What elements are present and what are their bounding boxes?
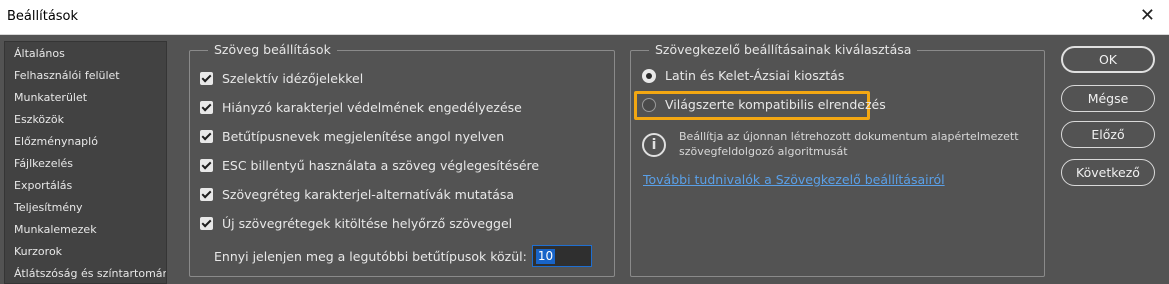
radio-label: Világszerte kompatibilis elrendezés <box>665 97 886 112</box>
title-bar: Beállítások ✕ <box>0 0 1169 35</box>
checkbox-label: Hiányzó karakterjel védelmének engedélye… <box>222 99 522 115</box>
sidebar-item-altalanos[interactable]: Általános <box>14 47 65 60</box>
checkbox-glyph-alternates[interactable]: Szövegréteg karakterjel-alternatívák mut… <box>200 185 514 203</box>
recent-fonts-value[interactable]: 10 <box>535 249 556 264</box>
previous-button[interactable]: Előző <box>1061 121 1155 148</box>
sidebar-item-teljesitmeny[interactable]: Teljesítmény <box>14 201 83 214</box>
checkbox-esc-commit[interactable]: ESC billentyű használata a szöveg végleg… <box>200 156 539 174</box>
checkbox-checked-icon[interactable] <box>200 216 213 230</box>
learn-more-link[interactable]: További tudnivalók a Szövegkezelő beállí… <box>643 172 945 187</box>
sidebar-item-atlatszosag[interactable]: Átlátszóság és színtartomány <box>14 267 166 280</box>
info-icon: i <box>642 133 666 157</box>
checkbox-checked-icon[interactable] <box>200 187 213 201</box>
checkbox-checked-icon[interactable] <box>200 100 213 114</box>
window-title: Beállítások <box>7 9 79 24</box>
radio-selected-icon[interactable] <box>642 68 656 83</box>
sidebar-item-kurzorok[interactable]: Kurzorok <box>14 245 62 258</box>
ok-button[interactable]: OK <box>1061 46 1155 73</box>
checkbox-label: Szelektív idézőjelekkel <box>222 70 364 86</box>
radio-label: Latin és Kelet-Ázsiai kiosztás <box>665 68 845 83</box>
sidebar-item-exportalas[interactable]: Exportálás <box>14 179 72 192</box>
category-list[interactable]: Általános Felhasználói felület Munkaterü… <box>4 41 167 284</box>
radio-world-ready[interactable]: Világszerte kompatibilis elrendezés <box>642 97 886 112</box>
checkbox-missing-glyph[interactable]: Hiányzó karakterjel védelmének engedélye… <box>200 98 522 116</box>
checkbox-checked-icon[interactable] <box>200 158 213 172</box>
sidebar-item-munkaterulet[interactable]: Munkaterület <box>14 91 87 104</box>
checkbox-font-names-english[interactable]: Betűtípusnevek megjelenítése angol nyelv… <box>200 127 504 145</box>
radio-latin-east-asian[interactable]: Latin és Kelet-Ázsiai kiosztás <box>642 68 844 83</box>
text-engine-group: Szövegkezelő beállításainak kiválasztása <box>630 42 1045 277</box>
recent-fonts-input[interactable]: 10 <box>531 245 592 267</box>
sidebar-item-fajlkezeles[interactable]: Fájlkezelés <box>14 157 73 170</box>
recent-fonts-row: Ennyi jelenjen meg a legutóbbi betűtípus… <box>214 245 592 267</box>
close-icon[interactable]: ✕ <box>1140 5 1155 26</box>
sidebar-item-elozmenynaplo[interactable]: Előzménynapló <box>14 135 98 148</box>
next-button[interactable]: Következő <box>1061 159 1155 186</box>
text-settings-group: Szöveg beállítások Szelektív idézőjelekk… <box>189 42 615 277</box>
sidebar-item-felhasznaloi-felulet[interactable]: Felhasználói felület <box>14 69 120 82</box>
checkbox-checked-icon[interactable] <box>200 129 213 143</box>
checkbox-label: ESC billentyű használata a szöveg végleg… <box>222 157 540 173</box>
checkbox-placeholder-text[interactable]: Új szövegrétegek kitöltése helyőrző szöv… <box>200 214 512 232</box>
text-engine-legend: Szövegkezelő beállításainak kiválasztása <box>649 42 918 57</box>
checkbox-label: Betűtípusnevek megjelenítése angol nyelv… <box>222 128 505 144</box>
checkbox-label: Szövegréteg karakterjel-alternatívák mut… <box>222 186 515 202</box>
checkbox-smart-quotes[interactable]: Szelektív idézőjelekkel <box>200 69 363 87</box>
sidebar-item-eszkozok[interactable]: Eszközök <box>14 113 64 126</box>
text-settings-legend: Szöveg beállítások <box>208 42 337 57</box>
recent-fonts-label: Ennyi jelenjen meg a legutóbbi betűtípus… <box>214 248 527 264</box>
info-description: Beállítja az újonnan létrehozott dokumen… <box>679 130 1019 158</box>
radio-unselected-icon[interactable] <box>642 97 656 112</box>
checkbox-label: Új szövegrétegek kitöltése helyőrző szöv… <box>222 215 513 231</box>
checkbox-checked-icon[interactable] <box>200 71 213 85</box>
cancel-button[interactable]: Mégse <box>1061 85 1155 112</box>
sidebar-item-munkalemezek[interactable]: Munkalemezek <box>14 223 97 236</box>
